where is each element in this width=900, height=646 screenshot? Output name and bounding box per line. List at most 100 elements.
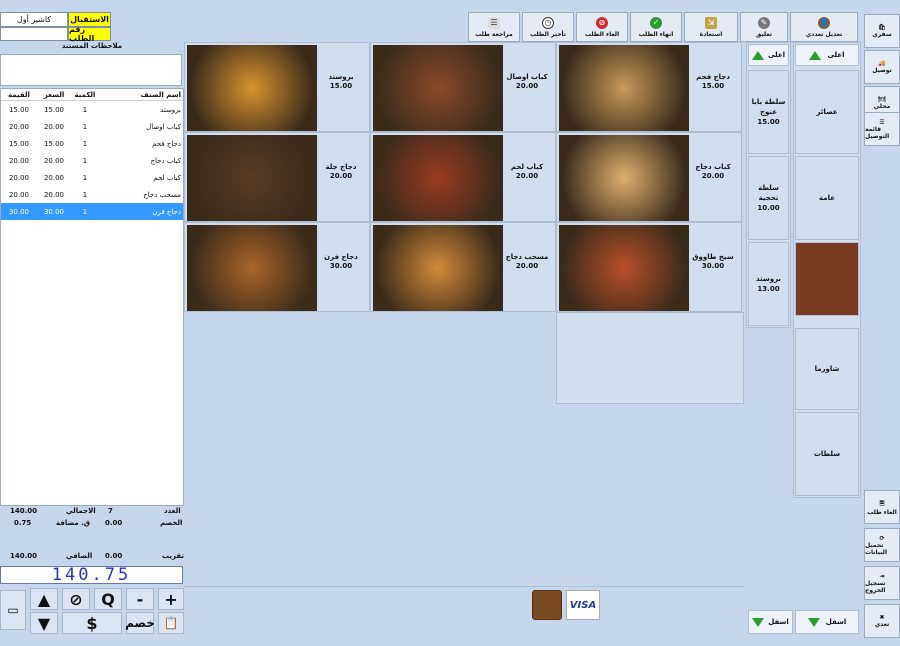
nav-load-data[interactable]: ⟳ تحميل البيانات — [864, 528, 900, 562]
quantity-button[interactable]: Q — [94, 588, 122, 610]
list-icon: ☰ — [879, 118, 885, 126]
category-shawarma[interactable]: شاورما — [795, 328, 859, 410]
table-cell: 20.00 — [43, 122, 65, 131]
nav-delivery[interactable]: 🚚 توصيل — [864, 50, 900, 84]
cashier-field[interactable]: كاشير أول — [0, 12, 68, 27]
sub-item-name: سلطة بابا غنوج — [751, 98, 786, 116]
category-general[interactable]: عامة — [795, 156, 859, 240]
category-label: شاورما — [814, 365, 840, 373]
table-header: القيمة السعر الكمية اسم الصنف — [1, 89, 183, 101]
food-image — [187, 225, 317, 311]
menu-item-text: كباب اوصال 20.00 — [502, 73, 552, 91]
menu-item-text: سيخ طاووق 30.00 — [688, 253, 738, 271]
visa-icon[interactable]: VISA — [566, 590, 600, 620]
table-cell: 1 — [82, 139, 88, 148]
category-juices[interactable]: عصائر — [795, 70, 859, 154]
column-header: الكمية — [74, 90, 96, 99]
menu-item[interactable]: بروستد 15.00 — [184, 42, 370, 132]
category-salads[interactable]: سلطات — [795, 412, 859, 496]
table-cell: 15.00 — [8, 105, 30, 114]
discount-button[interactable]: خصم — [125, 612, 155, 634]
nav-label: توصيل — [872, 67, 892, 74]
category-grill-image[interactable] — [795, 242, 859, 316]
comment-button[interactable]: ✎ تعليق — [740, 12, 788, 42]
column-header: اسم الصنف — [140, 90, 181, 99]
nav-cancel-order[interactable]: 🗎 الغاء طلب — [864, 490, 900, 524]
sub-item-name: بروستد — [755, 275, 782, 283]
food-image — [373, 225, 503, 311]
wallet-icon[interactable] — [532, 590, 562, 620]
truck-icon: 🚚 — [878, 60, 886, 67]
down-button[interactable]: ▼ — [30, 612, 58, 634]
sub-up-label: اعلى — [767, 51, 786, 59]
sub-item[interactable]: سلطة بابا غنوج 15.00 — [748, 70, 789, 154]
table-row[interactable]: 20.00 20.00 1 كباب لحم — [1, 169, 183, 186]
table-row[interactable]: 15.00 15.00 1 دجاج فحم — [1, 135, 183, 152]
menu-item[interactable]: دجاج فحم 15.00 — [556, 42, 742, 132]
category-label: عامة — [819, 194, 835, 202]
sub-up-button[interactable]: اعلى — [748, 44, 789, 66]
order-number-label: رقم الطلب — [68, 25, 111, 43]
nav-logout[interactable]: ⇥ تسجيل الخروج — [864, 566, 900, 600]
table-cell: كباب دجاج — [150, 156, 182, 165]
nav-label: محلي — [873, 103, 891, 110]
restore-button[interactable]: ⇲ استعادة — [684, 12, 738, 42]
sub-item[interactable]: بروستد 13.00 — [748, 242, 789, 326]
clipboard-button[interactable]: 📋 — [158, 612, 184, 634]
sub-item[interactable]: سلطة تحجية 10.00 — [748, 156, 789, 240]
table-row[interactable]: 20.00 20.00 1 كباب اوصال — [1, 118, 183, 135]
cancel-order-button[interactable]: ⊘ الغاء الطلب — [576, 12, 628, 42]
menu-item-name: دجاج جلة — [325, 163, 357, 171]
plate-icon: 🍽 — [878, 96, 886, 103]
menu-item[interactable]: كباب لحم 20.00 — [370, 132, 556, 222]
table-cell: 20.00 — [43, 190, 65, 199]
restore-label: استعادة — [699, 30, 723, 38]
delay-order-button[interactable]: ◷ تأخير الطلب — [522, 12, 574, 42]
order-number-field[interactable] — [0, 27, 68, 41]
menu-item[interactable]: دجاج جلة 20.00 — [184, 132, 370, 222]
menu-item[interactable]: سيخ طاووق 30.00 — [556, 222, 742, 312]
food-image — [373, 45, 503, 131]
table-row[interactable]: 15.00 15.00 1 بروستد — [1, 101, 183, 118]
menu-item[interactable]: دجاج فرن 30.00 — [184, 222, 370, 312]
table-cell: دجاج فرن — [152, 207, 181, 216]
table-cell: 1 — [82, 105, 88, 114]
menu-item-price: 20.00 — [515, 172, 539, 180]
nav-delivery-list[interactable]: ☰ قائمة التوصيل — [864, 112, 900, 146]
nav-label: سفري — [872, 31, 892, 38]
nav-close[interactable]: ✖ تعدي — [864, 604, 900, 638]
total-display: 140.75 — [0, 566, 183, 584]
finish-order-button[interactable]: ✓ انهاء الطلب — [630, 12, 682, 42]
drawer-button[interactable]: ▭ — [0, 590, 26, 630]
payment-bar — [184, 586, 744, 646]
category-up-button[interactable]: اعلى — [795, 44, 859, 66]
person-icon: 👤 — [818, 16, 830, 29]
review-order-label: مراجعة طلب — [475, 30, 513, 38]
payment-button[interactable]: $ — [62, 612, 122, 634]
menu-item-text: دجاج جلة 20.00 — [316, 163, 366, 181]
menu-item[interactable]: كباب دجاج 20.00 — [556, 132, 742, 222]
table-row[interactable]: 20.00 20.00 1 كباب دجاج — [1, 152, 183, 169]
cancel-button[interactable]: ⊘ — [62, 588, 90, 610]
table-cell: 30.00 — [8, 207, 30, 216]
edit-table-button[interactable]: 👤 تعديل تعددي — [790, 12, 858, 42]
table-cell: 20.00 — [8, 173, 30, 182]
menu-item[interactable]: كباب اوصال 20.00 — [370, 42, 556, 132]
nav-label: قائمة التوصيل — [865, 125, 890, 140]
nav-takeaway[interactable]: 🛍 سفري — [864, 14, 900, 48]
food-image — [187, 135, 317, 221]
sub-down-button[interactable]: اسفل — [748, 610, 793, 634]
drawer-icon: ▭ — [7, 603, 19, 617]
table-row[interactable]: 30.00 30.00 1 دجاج فرن — [1, 203, 183, 220]
table-cell: 1 — [82, 173, 88, 182]
plus-button[interactable]: + — [158, 588, 184, 610]
review-order-button[interactable]: ☰ مراجعة طلب — [468, 12, 520, 42]
sub-item-price: 15.00 — [757, 118, 780, 126]
notes-textarea[interactable] — [0, 54, 182, 86]
menu-item[interactable]: مسحب دجاج 20.00 — [370, 222, 556, 312]
minus-button[interactable]: - — [126, 588, 154, 610]
category-down-button[interactable]: اسفل — [795, 610, 859, 634]
up-button[interactable]: ▲ — [30, 588, 58, 610]
category-up-label: اعلى — [827, 51, 845, 59]
table-row[interactable]: 20.00 20.00 1 مسحب دجاج — [1, 186, 183, 203]
